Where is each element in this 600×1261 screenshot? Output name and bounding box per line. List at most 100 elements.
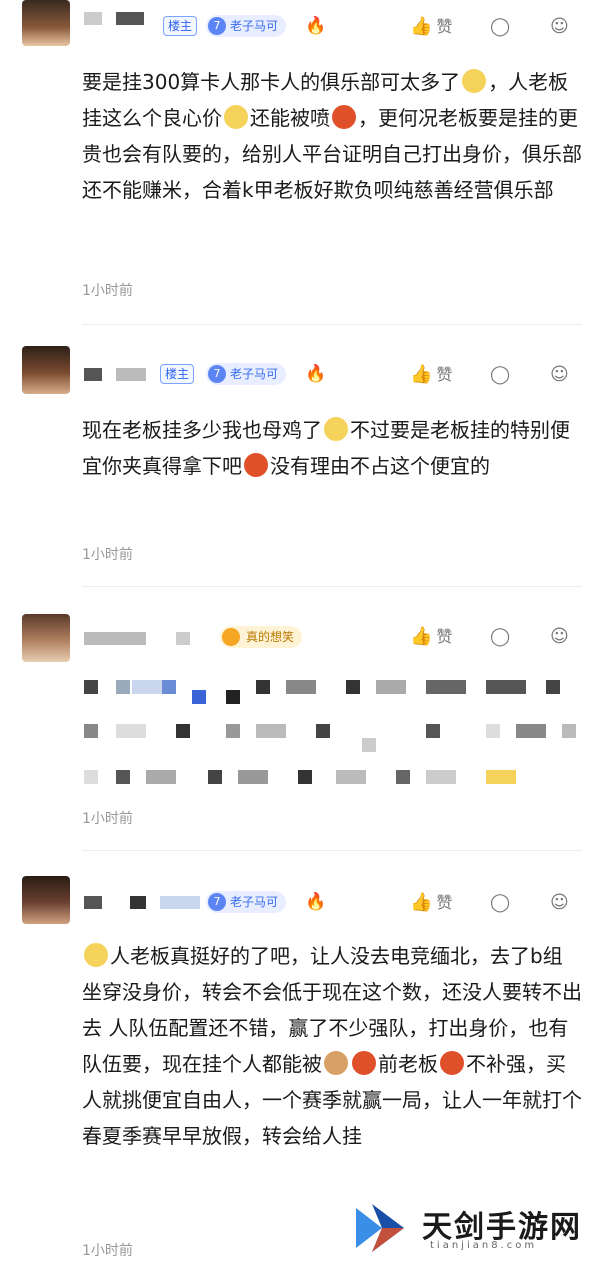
mosaic-cell [84, 724, 98, 738]
host-badge: 楼主 [163, 16, 198, 36]
emoji-icon [224, 105, 248, 129]
mosaic-cell [192, 690, 206, 704]
thumbs-up-icon: 👍 [410, 16, 433, 37]
timestamp: 1小时前 [82, 283, 133, 299]
site-watermark: 天剑手游网 tianjian8.com [352, 1196, 592, 1256]
badge-icon [222, 628, 240, 646]
reply-button[interactable]: ☺ [550, 362, 569, 388]
mosaic-cell [316, 724, 330, 738]
mosaic-cell [546, 680, 560, 694]
mosaic-cell [486, 770, 516, 784]
mosaic-cell [84, 770, 98, 784]
username-blur [84, 12, 102, 25]
reply-button[interactable]: ☺ [550, 624, 569, 650]
watermark-url: tianjian8.com [430, 1240, 538, 1251]
emoji-icon [84, 943, 108, 967]
like-button[interactable]: 👍 赞 [410, 362, 452, 388]
emoji-icon [440, 1051, 464, 1075]
mosaic-cell [146, 770, 176, 784]
mosaic-cell [396, 770, 410, 784]
badge-text: 真的想笑 [246, 630, 295, 644]
like-label: 赞 [436, 365, 453, 384]
dislike-button[interactable]: ◯ [490, 14, 510, 40]
emoji-icon [324, 417, 348, 441]
mosaic-cell [132, 680, 162, 694]
mosaic-cell [116, 770, 130, 784]
username-blur [160, 896, 200, 909]
level-title: 老子马可 [230, 367, 279, 381]
level-badge: 7 老子马可 [206, 891, 287, 913]
avatar[interactable] [22, 614, 70, 662]
like-label: 赞 [436, 17, 453, 36]
like-label: 赞 [436, 627, 453, 646]
level-number: 7 [208, 365, 226, 383]
dislike-icon: ◯ [490, 16, 511, 37]
emoji-icon [324, 1051, 348, 1075]
dislike-button[interactable]: ◯ [490, 890, 510, 916]
like-button[interactable]: 👍 赞 [410, 14, 452, 40]
mosaic-cell [346, 680, 360, 694]
reply-icon: ☺ [550, 16, 569, 37]
comment-text: 人老板真挺好的了吧，让人没去电竞缅北，去了b组坐穿没身价，转会不会低于现在这个数… [82, 938, 582, 1154]
dislike-button[interactable]: ◯ [490, 362, 510, 388]
mosaic-cell [426, 680, 466, 694]
divider [82, 850, 582, 851]
fire-icon: 🔥 [305, 892, 327, 912]
reply-button[interactable]: ☺ [550, 14, 569, 40]
mosaic-cell [84, 680, 98, 694]
emoji-icon [462, 69, 487, 93]
mosaic-cell [116, 724, 146, 738]
mosaic-cell [298, 770, 312, 784]
emoji-icon [332, 105, 356, 129]
mosaic-cell [336, 770, 366, 784]
emoji-icon [244, 453, 268, 477]
thumbs-up-icon: 👍 [410, 364, 433, 385]
dislike-icon: ◯ [490, 364, 511, 385]
dislike-icon: ◯ [490, 892, 511, 913]
username-blur [84, 632, 146, 645]
mosaic-cell [256, 680, 270, 694]
username-blur [130, 896, 146, 909]
reply-icon: ☺ [550, 892, 569, 913]
dislike-button[interactable]: ◯ [490, 624, 510, 650]
mosaic-cell [226, 690, 240, 704]
fire-icon: 🔥 [305, 16, 327, 36]
avatar[interactable] [22, 876, 70, 924]
level-number: 7 [208, 893, 226, 911]
mosaic-cell [162, 680, 176, 694]
avatar[interactable] [22, 346, 70, 394]
comment-text-part: 要是挂300算卡人那卡人的俱乐部可太多了 [82, 70, 461, 94]
fire-icon: 🔥 [305, 364, 327, 384]
avatar[interactable] [22, 0, 70, 46]
host-badge: 楼主 [160, 364, 195, 384]
mosaic-cell [516, 724, 546, 738]
custom-badge: 真的想笑 [220, 626, 303, 648]
divider [82, 324, 582, 325]
comment-text-part: 还能被喷 [250, 106, 330, 130]
site-logo-icon [356, 1204, 404, 1252]
emoji-icon [352, 1051, 376, 1075]
dislike-icon: ◯ [490, 626, 511, 647]
thumbs-up-icon: 👍 [410, 626, 433, 647]
mosaic-cell [238, 770, 268, 784]
mosaic-cell [426, 724, 440, 738]
mosaic-cell [376, 680, 406, 694]
mosaic-cell [426, 770, 456, 784]
mosaic-cell [286, 680, 316, 694]
like-button[interactable]: 👍 赞 [410, 624, 452, 650]
mosaic-cell [176, 724, 190, 738]
like-button[interactable]: 👍 赞 [410, 890, 452, 916]
reply-icon: ☺ [550, 364, 569, 385]
like-label: 赞 [436, 893, 453, 912]
level-title: 老子马可 [230, 19, 279, 33]
mosaic-cell [226, 724, 240, 738]
mosaic-cell [486, 680, 526, 694]
username-blur [176, 632, 190, 645]
comment-text-part: 现在老板挂多少我也母鸡了 [82, 418, 322, 442]
level-badge: 7 老子马可 [206, 363, 287, 385]
mosaic-cell [208, 770, 222, 784]
comment-text-part: 没有理由不占这个便宜的 [270, 454, 490, 478]
comment-text: 现在老板挂多少我也母鸡了 不过要是老板挂的特别便宜你夹真得拿下吧 没有理由不占这个便… [82, 412, 582, 484]
reply-button[interactable]: ☺ [550, 890, 569, 916]
timestamp: 1小时前 [82, 547, 133, 563]
